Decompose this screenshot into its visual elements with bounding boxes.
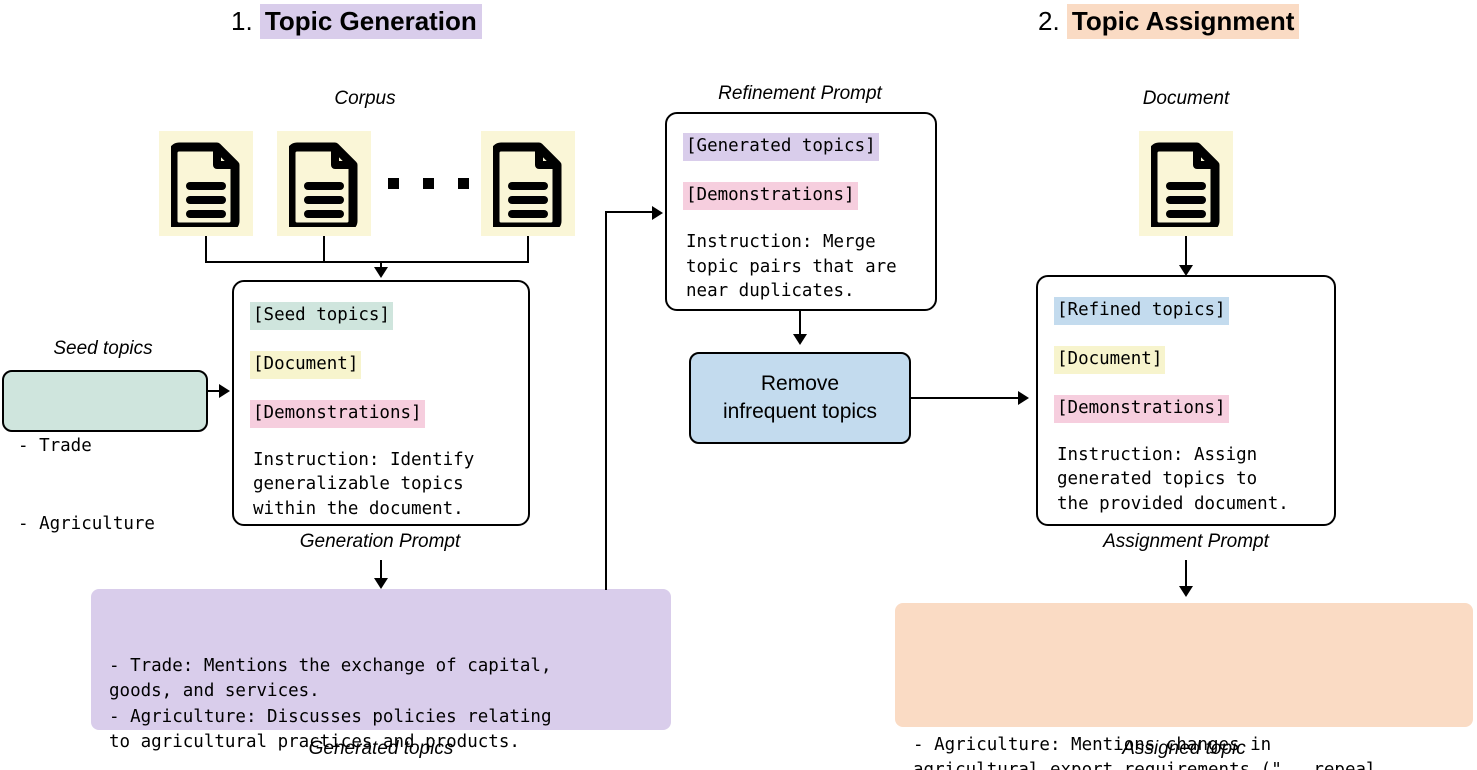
generation-prompt-box: [Seed topics] [Document] [Demonstrations… — [232, 280, 530, 526]
section-number-2: 2. — [1038, 6, 1060, 36]
seed-topic-1: - Trade — [18, 435, 92, 456]
seed-topics-box: - Trade - Agriculture — [2, 370, 208, 534]
diagram-canvas: 1. Topic Generation 2. Topic Assignment … — [0, 0, 1477, 770]
seed-to-prompt-arrow — [219, 384, 230, 398]
corpus-caption: Corpus — [334, 88, 396, 109]
generated-to-refinement-vline — [605, 212, 607, 590]
document-icon — [493, 142, 562, 227]
section-title-topic-generation: 1. Topic Generation — [231, 4, 482, 39]
remove-infrequent-topics-label: Remove infrequent topics — [722, 372, 878, 423]
assignment-instruction: Instruction: Assign generated topics to … — [1057, 444, 1289, 515]
slot-demonstrations: [Demonstrations] — [683, 181, 858, 210]
seed-topic-2: - Agriculture — [18, 514, 155, 535]
generated-topics-caption: Generated topics — [308, 738, 454, 759]
ellipsis-dot — [423, 178, 434, 189]
document-caption: Document — [1142, 88, 1230, 109]
refinement-prompt-caption: Refinement Prompt — [718, 83, 882, 104]
slot-seed-topics: [Seed topics] — [250, 302, 393, 330]
corpus-to-prompt-arrow — [374, 267, 388, 278]
document-icon — [171, 142, 240, 227]
assignment-prompt-caption: Assignment Prompt — [1103, 531, 1269, 552]
corpus-ellipsis — [388, 178, 469, 189]
section-label-2: Topic Assignment — [1066, 4, 1300, 39]
generation-to-output-arrow — [374, 578, 388, 589]
slot-document: [Document] — [1054, 345, 1166, 374]
section-number-1: 1. — [231, 6, 253, 36]
refinement-to-process-arrow — [793, 334, 807, 345]
process-to-assignment-line — [911, 397, 1021, 399]
assignment-to-output-arrow — [1179, 586, 1193, 597]
remove-infrequent-topics-box: Remove infrequent topics — [689, 352, 911, 444]
generation-instruction: Instruction: Identify generalizable topi… — [253, 449, 475, 520]
document-icon-2 — [277, 131, 371, 236]
generation-prompt-caption: Generation Prompt — [299, 531, 461, 552]
section-title-topic-assignment: 2. Topic Assignment — [1038, 4, 1300, 39]
document-icon-right — [1139, 131, 1233, 236]
slot-demonstrations: [Demonstrations] — [1054, 394, 1229, 423]
assignment-prompt-box: [Refined topics] [Document] [Demonstrati… — [1036, 275, 1336, 526]
document-icon-3 — [481, 131, 575, 236]
assigned-topic-output: - Agriculture: Mentions changes in agric… — [895, 603, 1473, 770]
slot-document: [Document] — [250, 350, 362, 379]
corpus-branch-2 — [323, 236, 325, 262]
generated-to-refinement-arrow — [652, 206, 663, 220]
assigned-topic-caption: Assigned topic — [1122, 738, 1246, 759]
slot-generated-topics: [Generated topics] — [683, 133, 879, 161]
ellipsis-dot — [388, 178, 399, 189]
ellipsis-dot — [458, 178, 469, 189]
section-label-1: Topic Generation — [259, 4, 482, 39]
seed-topics-caption: Seed topics — [53, 338, 153, 359]
generated-to-refinement-hline — [605, 211, 655, 213]
refinement-prompt-box: [Generated topics] [Demonstrations] Inst… — [665, 112, 937, 311]
document-icon-1 — [159, 131, 253, 236]
slot-refined-topics: [Refined topics] — [1054, 297, 1229, 325]
refinement-instruction: Instruction: Merge topic pairs that are … — [686, 231, 897, 302]
slot-demonstrations: [Demonstrations] — [250, 399, 425, 428]
corpus-branch-3 — [527, 236, 529, 262]
process-to-assignment-arrow — [1018, 391, 1029, 405]
document-icon — [289, 142, 358, 227]
corpus-branch-1 — [205, 236, 207, 262]
corpus-bus-line — [205, 261, 529, 263]
document-icon — [1151, 142, 1220, 227]
generated-topics-output: - Trade: Mentions the exchange of capita… — [91, 589, 671, 752]
